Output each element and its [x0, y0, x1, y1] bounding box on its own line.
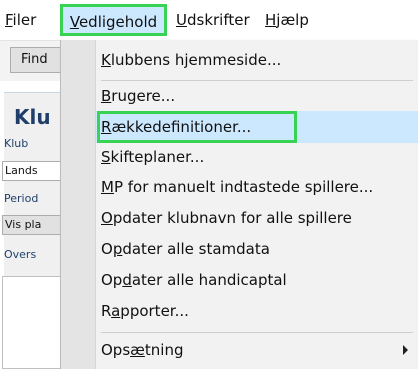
menu-item-prefix: O	[101, 240, 113, 258]
menu-item-prefix: Op	[101, 271, 123, 289]
menu-item-label: rugere...	[111, 87, 176, 105]
menu-item-opdater-handicaptal[interactable]: Opdater alle handicaptal	[101, 265, 287, 295]
menu-filer-label: iler	[12, 11, 37, 29]
menu-item-label: pdater klubnavn for alle spillere	[112, 209, 352, 227]
menu-item-accel: d	[122, 271, 132, 289]
menu-item-label: pporter...	[120, 302, 189, 320]
menu-udskrifter-label: dskrifter	[186, 11, 250, 29]
menu-item-accel: K	[101, 51, 111, 69]
menu-item-klubbens-hjemmeside[interactable]: Klubbens hjemmeside...	[101, 45, 281, 75]
menu-item-skifteplaner[interactable]: Skifteplaner...	[101, 142, 204, 172]
menu-item-accel: p	[112, 240, 123, 258]
menu-filer[interactable]: Filer	[5, 0, 36, 40]
periode-label: Period	[4, 192, 39, 205]
menu-hjaelp[interactable]: Hjælp	[265, 0, 309, 40]
menu-item-brugere[interactable]: Brugere...	[101, 81, 175, 111]
find-button[interactable]: Find	[10, 47, 64, 73]
menu-item-rapporter[interactable]: Rapporter...	[101, 296, 189, 326]
menu-item-accel: B	[101, 87, 112, 105]
menu-item-accel: M	[101, 178, 114, 196]
menu-item-label: tning	[144, 341, 184, 359]
menu-item-accel: æ	[130, 341, 145, 359]
klub-label: Klub	[4, 137, 29, 150]
menu-vedligehold-accel: V	[69, 13, 79, 31]
menu-item-prefix: Ops	[101, 341, 131, 359]
menu-hjaelp-label: jælp	[276, 11, 309, 29]
oversigt-label: Overs	[4, 248, 37, 261]
menu-item-label: kifteplaner...	[110, 148, 205, 166]
menu-vedligehold-label: edligehold	[78, 13, 158, 31]
menu-item-label: ækkedefinitioner...	[111, 118, 252, 136]
menu-hjaelp-accel: H	[265, 11, 277, 29]
menu-item-accel: S	[101, 148, 111, 166]
menu-icon-gutter	[61, 40, 96, 369]
app-window: Find Klu Klub Lands Period Vis pla Overs…	[0, 0, 418, 369]
menu-vedligehold[interactable]: Vedligehold	[60, 4, 167, 36]
menu-item-accel: a	[111, 302, 121, 320]
menu-item-prefix: R	[101, 302, 112, 320]
menu-bar: Filer Vedligehold Udskrifter Hjælp	[0, 0, 418, 41]
menu-filer-accel: F	[5, 11, 13, 29]
menu-udskrifter-accel: U	[176, 11, 187, 29]
menu-item-label: lubbens hjemmeside...	[110, 51, 282, 69]
menu-item-accel: O	[101, 209, 113, 227]
menu-item-label: ater alle handicaptal	[131, 271, 287, 289]
menu-item-mp-manuelt[interactable]: MP for manuelt indtastede spillere...	[101, 172, 373, 202]
menu-udskrifter[interactable]: Udskrifter	[176, 0, 250, 40]
panel-title: Klu	[14, 105, 51, 129]
menu-item-label: P for manuelt indtastede spillere...	[113, 178, 374, 196]
menu-item-opsaetning[interactable]: Opsætning	[101, 335, 183, 365]
menu-item-accel: R	[101, 118, 112, 136]
menu-item-label: dater alle stamdata	[122, 240, 270, 258]
menu-item-opdater-stamdata[interactable]: Opdater alle stamdata	[101, 234, 270, 264]
menu-separator	[101, 332, 413, 333]
submenu-arrow-icon	[403, 345, 408, 355]
menu-item-opdater-klubnavn[interactable]: Opdater klubnavn for alle spillere	[101, 203, 352, 233]
menu-item-raekkedefinitioner[interactable]: Rækkedefinitioner...	[101, 112, 251, 142]
vedligehold-dropdown-menu: Klubbens hjemmeside... Brugere... Rækked…	[60, 40, 418, 369]
